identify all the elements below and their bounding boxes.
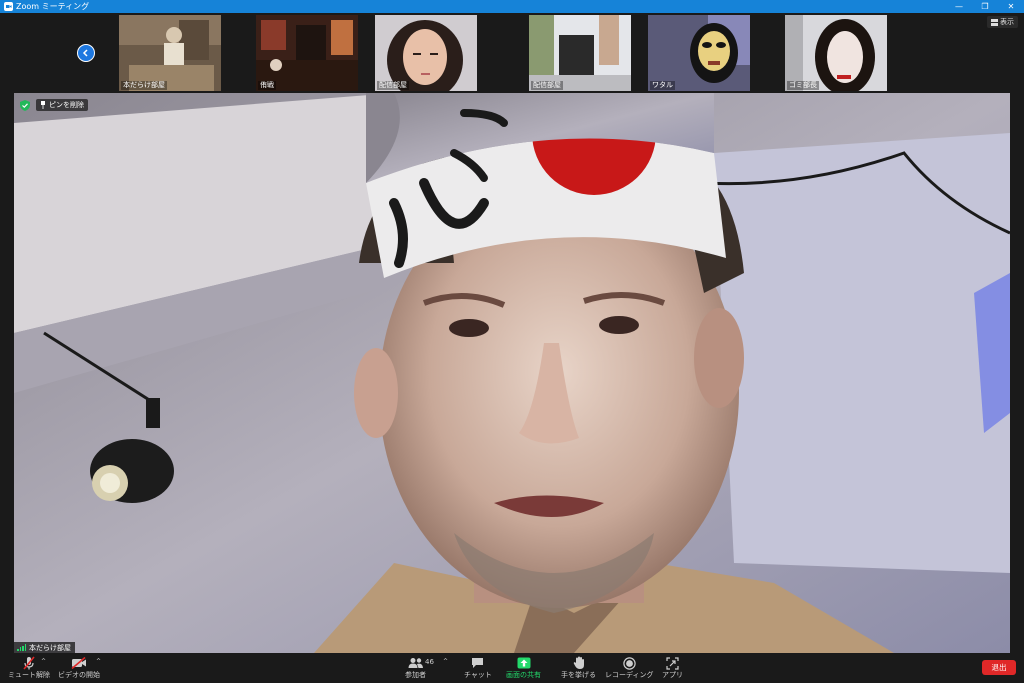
meeting-toolbar: ミュート解除 ^ ビデオの開始 ^ 参加者 46 ^ チャット 画面の共有 手を…: [0, 653, 1024, 683]
participants-label: 参加者: [405, 671, 426, 679]
chat-label: チャット: [464, 671, 492, 679]
active-speaker-name: 本だらけ部屋: [29, 643, 71, 652]
view-button[interactable]: 表示: [987, 16, 1018, 28]
record-icon: [623, 655, 636, 671]
participant-name: ゴミ部長: [787, 81, 819, 90]
zoom-window: Zoom ミーティング — ❐ ✕ 本だらけ部屋 侑戦 配信部屋 配信部屋 ワタ…: [0, 0, 1024, 683]
gallery-strip: 本だらけ部屋 侑戦 配信部屋 配信部屋 ワタル ゴミ部長 表示: [0, 13, 1024, 93]
raise-hand-button[interactable]: 手を挙げる: [561, 655, 596, 680]
pin-icon: [41, 101, 45, 109]
microphone-muted-icon: [22, 655, 36, 671]
participants-count: 46: [425, 658, 434, 666]
participant-name: 配信部屋: [531, 81, 563, 90]
apps-icon: [666, 655, 679, 671]
participant-name: 本だらけ部屋: [121, 81, 167, 90]
participants-options-chevron-icon[interactable]: ^: [443, 658, 448, 665]
close-icon[interactable]: ✕: [998, 0, 1024, 13]
grid-view-icon: [991, 18, 998, 26]
participant-tile[interactable]: ゴミ部長: [785, 15, 887, 91]
video-off-icon: [71, 655, 87, 671]
view-label: 表示: [1000, 18, 1014, 26]
audio-options-chevron-icon[interactable]: ^: [41, 658, 46, 665]
previous-page-button[interactable]: [77, 44, 95, 62]
unpin-button[interactable]: ピンを削除: [36, 99, 88, 111]
raise-hand-label: 手を挙げる: [561, 671, 596, 679]
recording-label: レコーディング: [605, 671, 654, 679]
start-video-label: ビデオの開始: [58, 671, 100, 679]
share-screen-icon: [517, 655, 531, 671]
restore-icon[interactable]: ❐: [972, 0, 998, 13]
participant-tile[interactable]: ワタル: [648, 15, 750, 91]
active-speaker-video: [14, 93, 1010, 653]
participant-tile[interactable]: 配信部屋: [375, 15, 477, 91]
participant-video: [529, 15, 631, 91]
participants-icon: [408, 655, 424, 671]
start-video-button[interactable]: ビデオの開始: [58, 655, 100, 680]
participant-tile[interactable]: 侑戦: [256, 15, 358, 91]
chat-bubble-icon: [471, 655, 484, 671]
window-controls: — ❐ ✕: [946, 0, 1024, 13]
unpin-label: ピンを削除: [49, 101, 84, 109]
zoom-logo-icon: [3, 2, 13, 12]
leave-meeting-button[interactable]: 退出: [982, 660, 1016, 675]
share-screen-label: 画面の共有: [506, 671, 541, 679]
chat-button[interactable]: チャット: [464, 655, 492, 680]
participants-button[interactable]: 参加者: [405, 655, 426, 680]
minimize-icon[interactable]: —: [946, 0, 972, 13]
chevron-left-icon: [82, 49, 88, 57]
recording-button[interactable]: レコーディング: [605, 655, 654, 680]
apps-button[interactable]: アプリ: [662, 655, 683, 680]
speaker-video-frame: [14, 93, 1010, 653]
apps-label: アプリ: [662, 671, 683, 679]
unmute-label: ミュート解除: [8, 671, 50, 679]
video-options-chevron-icon[interactable]: ^: [96, 658, 101, 665]
active-speaker-name-tag: 本だらけ部屋: [14, 642, 75, 653]
participant-video: [119, 15, 221, 91]
participant-video: [375, 15, 477, 91]
participant-tile[interactable]: 配信部屋: [529, 15, 631, 91]
participant-video: [648, 15, 750, 91]
security-shield-icon[interactable]: [19, 99, 31, 111]
window-title: Zoom ミーティング: [16, 2, 90, 11]
participant-name: 侑戦: [258, 81, 276, 90]
participant-video: [256, 15, 358, 91]
raise-hand-icon: [573, 655, 585, 671]
participant-video: [785, 15, 887, 91]
audio-level-icon: [17, 644, 26, 651]
share-screen-button[interactable]: 画面の共有: [506, 655, 541, 680]
participant-name: 配信部屋: [377, 81, 409, 90]
title-bar: Zoom ミーティング — ❐ ✕: [0, 0, 1024, 13]
participant-name: ワタル: [650, 81, 675, 90]
participant-tile[interactable]: 本だらけ部屋: [119, 15, 221, 91]
